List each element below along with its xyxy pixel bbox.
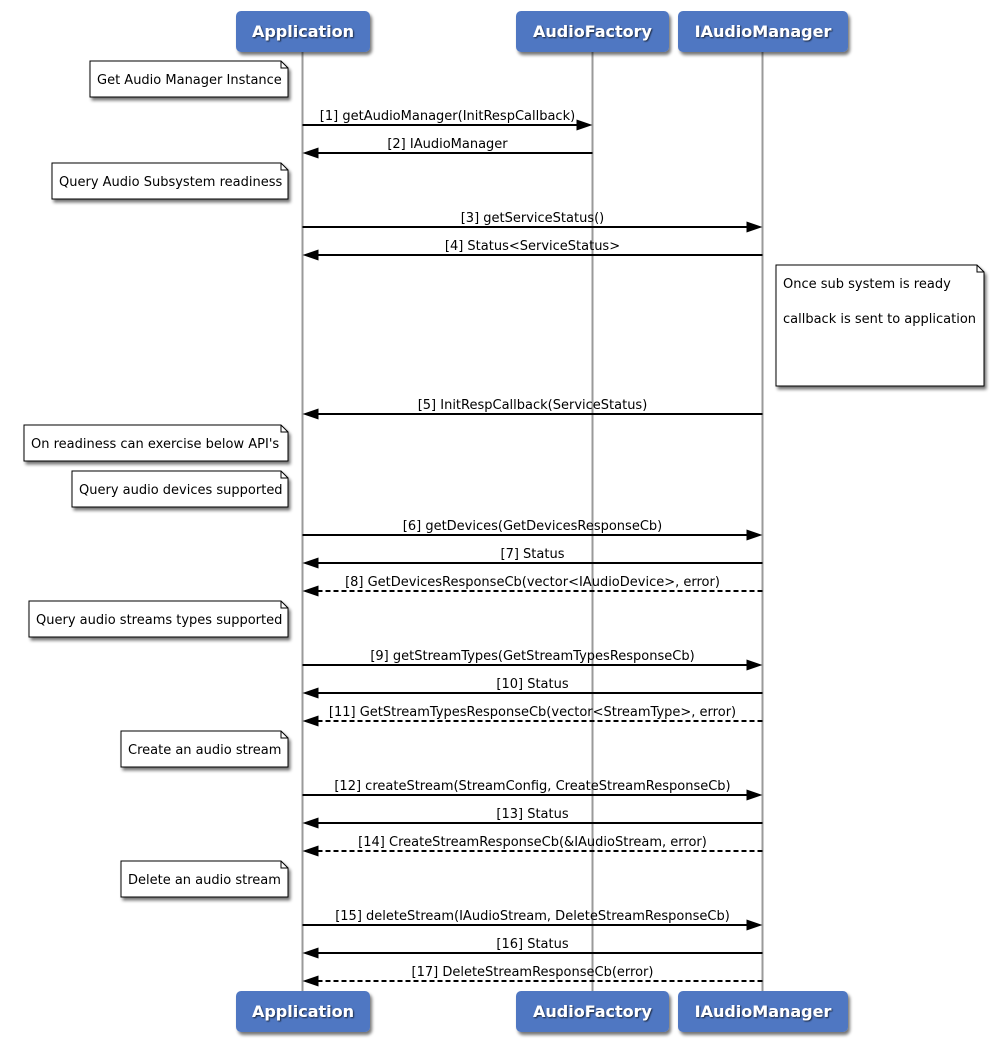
note-text: Query audio devices supported	[79, 483, 283, 498]
message-label: [13] Status	[496, 807, 568, 822]
message-label: [9] getStreamTypes(GetStreamTypesRespons…	[370, 649, 694, 664]
message-label: [4] Status<ServiceStatus>	[445, 239, 620, 254]
arrowhead-icon	[576, 119, 593, 131]
message: [5] InitRespCallback(ServiceStatus)	[302, 398, 763, 420]
message: [13] Status	[302, 807, 763, 829]
participant-label: AudioFactory	[533, 22, 653, 41]
participant-label: Application	[252, 1002, 354, 1021]
message: [11] GetStreamTypesResponseCb(vector<Str…	[302, 705, 763, 727]
arrowhead-icon	[746, 659, 763, 671]
message-label: [10] Status	[496, 677, 568, 692]
participant-label: IAudioManager	[695, 22, 832, 41]
message: [4] Status<ServiceStatus>	[302, 239, 763, 261]
message-label: [15] deleteStream(IAudioStream, DeleteSt…	[335, 909, 730, 924]
message: [14] CreateStreamResponseCb(&IAudioStrea…	[302, 835, 763, 857]
message-label: [2] IAudioManager	[387, 137, 508, 152]
message-label: [17] DeleteStreamResponseCb(error)	[412, 965, 654, 980]
note-text: Once sub system is ready	[783, 277, 951, 292]
arrowhead-icon	[302, 715, 319, 727]
message: [7] Status	[302, 547, 763, 569]
message: [15] deleteStream(IAudioStream, DeleteSt…	[302, 909, 763, 931]
arrowhead-icon	[746, 529, 763, 541]
message-label: [3] getServiceStatus()	[461, 211, 605, 226]
arrowhead-icon	[302, 947, 319, 959]
arrowhead-icon	[746, 789, 763, 801]
participants-bottom: Application AudioFactory IAudioManager	[236, 991, 848, 1032]
message: [12] createStream(StreamConfig, CreateSt…	[302, 779, 763, 801]
arrowhead-icon	[302, 249, 319, 261]
message: [6] getDevices(GetDevicesResponseCb)	[302, 519, 763, 541]
message: [9] getStreamTypes(GetStreamTypesRespons…	[302, 649, 763, 671]
participant-label: AudioFactory	[533, 1002, 653, 1021]
note-text: Get Audio Manager Instance	[97, 73, 282, 88]
note: On readiness can exercise below API's	[23, 424, 289, 462]
message-label: [6] getDevices(GetDevicesResponseCb)	[403, 519, 662, 534]
participant-label: Application	[252, 22, 354, 41]
message-label: [16] Status	[496, 937, 568, 952]
participant-factory-top: AudioFactory	[516, 11, 669, 52]
participant-app-top: Application	[236, 11, 370, 52]
sequence-diagram: Application AudioFactory IAudioManager App…	[23, 11, 985, 1032]
note-text: On readiness can exercise below API's	[31, 437, 279, 452]
message: [17] DeleteStreamResponseCb(error)	[302, 965, 763, 987]
message: [2] IAudioManager	[302, 137, 593, 159]
arrowhead-icon	[302, 845, 319, 857]
note-text: Delete an audio stream	[128, 873, 281, 888]
message: [16] Status	[302, 937, 763, 959]
participant-label: IAudioManager	[695, 1002, 832, 1021]
participant-factory-bottom: AudioFactory	[516, 991, 669, 1032]
note: Create an audio stream	[120, 730, 289, 768]
note-text: callback is sent to application	[783, 312, 976, 327]
note-text: Query audio streams types supported	[36, 613, 282, 628]
note: Query audio streams types supported	[28, 600, 289, 638]
arrowhead-icon	[302, 817, 319, 829]
events: Get Audio Manager Instance [1] getAudioMa…	[23, 60, 985, 987]
message-label: [7] Status	[501, 547, 565, 562]
participant-app-bottom: Application	[236, 991, 370, 1032]
participant-manager-bottom: IAudioManager	[678, 991, 848, 1032]
note-text: Create an audio stream	[128, 743, 281, 758]
arrowhead-icon	[302, 687, 319, 699]
arrowhead-icon	[302, 585, 319, 597]
message: [8] GetDevicesResponseCb(vector<IAudioDe…	[302, 575, 763, 597]
note-text: Query Audio Subsystem readiness	[59, 175, 282, 190]
participant-manager-top: IAudioManager	[678, 11, 848, 52]
message-label: [12] createStream(StreamConfig, CreateSt…	[334, 779, 730, 794]
message-label: [14] CreateStreamResponseCb(&IAudioStrea…	[358, 835, 707, 850]
note: Query Audio Subsystem readiness	[51, 162, 289, 200]
note: Query audio devices supported	[71, 470, 289, 508]
note: Get Audio Manager Instance	[89, 60, 289, 98]
note: Once sub system is ready callback is sent…	[775, 264, 985, 387]
message: [1] getAudioManager(InitRespCallback)	[302, 109, 593, 131]
arrowhead-icon	[302, 408, 319, 420]
message: [10] Status	[302, 677, 763, 699]
message-label: [8] GetDevicesResponseCb(vector<IAudioDe…	[345, 575, 720, 590]
arrowhead-icon	[302, 147, 319, 159]
arrowhead-icon	[302, 975, 319, 987]
message-label: [5] InitRespCallback(ServiceStatus)	[418, 398, 648, 413]
participants-top: Application AudioFactory IAudioManager	[236, 11, 848, 52]
arrowhead-icon	[746, 221, 763, 233]
message: [3] getServiceStatus()	[302, 211, 763, 233]
message-label: [1] getAudioManager(InitRespCallback)	[320, 109, 575, 124]
arrowhead-icon	[746, 919, 763, 931]
message-label: [11] GetStreamTypesResponseCb(vector<Str…	[329, 705, 736, 720]
arrowhead-icon	[302, 557, 319, 569]
note: Delete an audio stream	[120, 860, 289, 898]
